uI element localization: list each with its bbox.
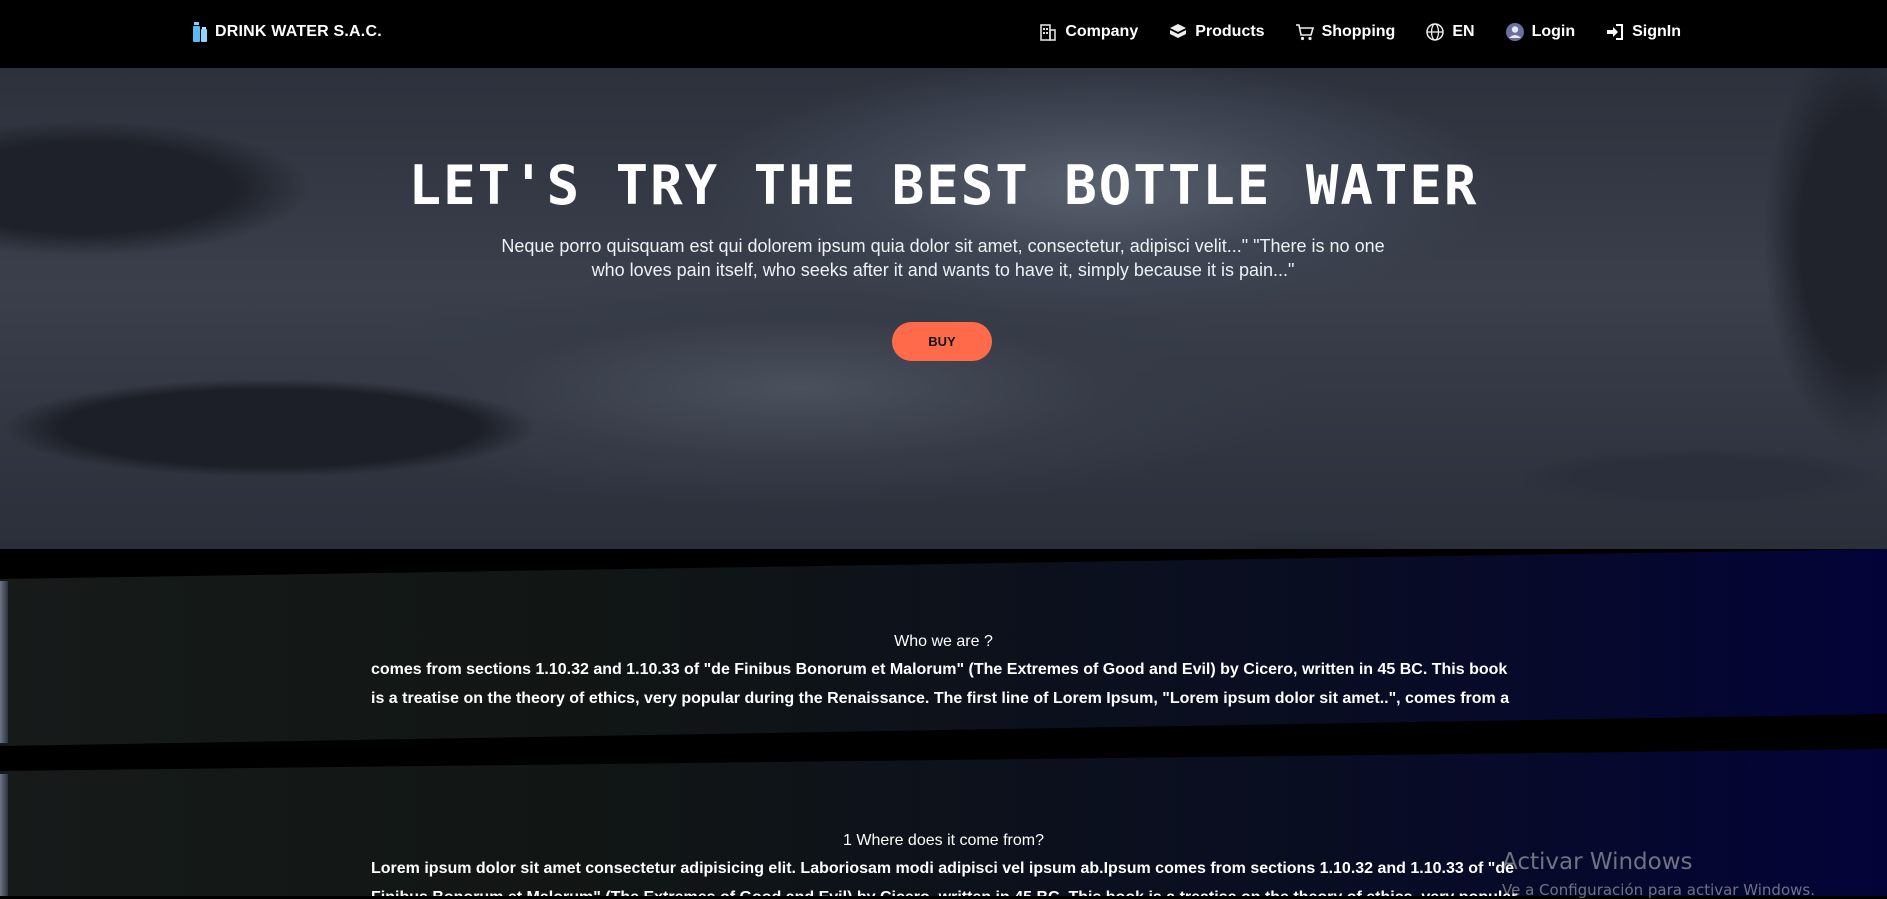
hero-banner: LET'S TRY THE BEST BOTTLE WATER Neque po…: [0, 68, 1887, 549]
hero-title: LET'S TRY THE BEST BOTTLE WATER: [408, 154, 1479, 217]
nav-language[interactable]: EN: [1425, 22, 1475, 42]
nav-signin[interactable]: SignIn: [1605, 22, 1681, 42]
brand-link[interactable]: DRINK WATER S.A.C.: [193, 20, 382, 44]
section-edge: [0, 581, 8, 743]
nav-company-label: Company: [1065, 23, 1139, 40]
buy-button[interactable]: BUY: [892, 322, 992, 361]
watermark-subtitle: Ve a Configuración para activar Windows.: [1502, 881, 1815, 899]
nav-products[interactable]: Products: [1168, 22, 1265, 42]
cart-icon: [1295, 24, 1314, 41]
box-icon: [1170, 24, 1187, 38]
origin-heading: 1 Where does it come from?: [843, 832, 1044, 849]
watermark-title: Activar Windows: [1502, 849, 1693, 875]
about-text: comes from sections 1.10.32 and 1.10.33 …: [371, 661, 1510, 707]
content-area: Who we are ? comes from sections 1.10.32…: [0, 549, 1887, 896]
origin-text: Lorem ipsum dolor sit amet consectetur a…: [371, 860, 1517, 896]
nav-shopping[interactable]: Shopping: [1295, 22, 1396, 42]
nav-products-label: Products: [1195, 23, 1265, 40]
navbar: DRINK WATER S.A.C. Company Products Shop…: [0, 0, 1887, 68]
nav-signin-label: SignIn: [1632, 23, 1681, 40]
nav-shopping-label: Shopping: [1321, 23, 1396, 40]
building-icon: [1040, 24, 1057, 41]
nav-menu: Company Products Shopping EN Login SignI…: [1038, 18, 1681, 46]
about-heading: Who we are ?: [894, 633, 993, 650]
nav-login[interactable]: Login: [1505, 22, 1576, 42]
windows-activation-watermark: Activar Windows Ve a Configuración para …: [1502, 849, 1815, 899]
globe-icon: [1426, 23, 1445, 41]
nav-login-label: Login: [1531, 23, 1576, 40]
sign-in-icon: [1607, 24, 1624, 40]
hero-subtitle: Neque porro quisquam est qui dolorem ips…: [501, 236, 1385, 280]
nav-language-label: EN: [1452, 23, 1475, 40]
user-icon: [1505, 23, 1524, 41]
water-bottle-icon: [193, 22, 207, 42]
nav-company[interactable]: Company: [1038, 22, 1138, 42]
brand-name: DRINK WATER S.A.C.: [215, 23, 382, 40]
